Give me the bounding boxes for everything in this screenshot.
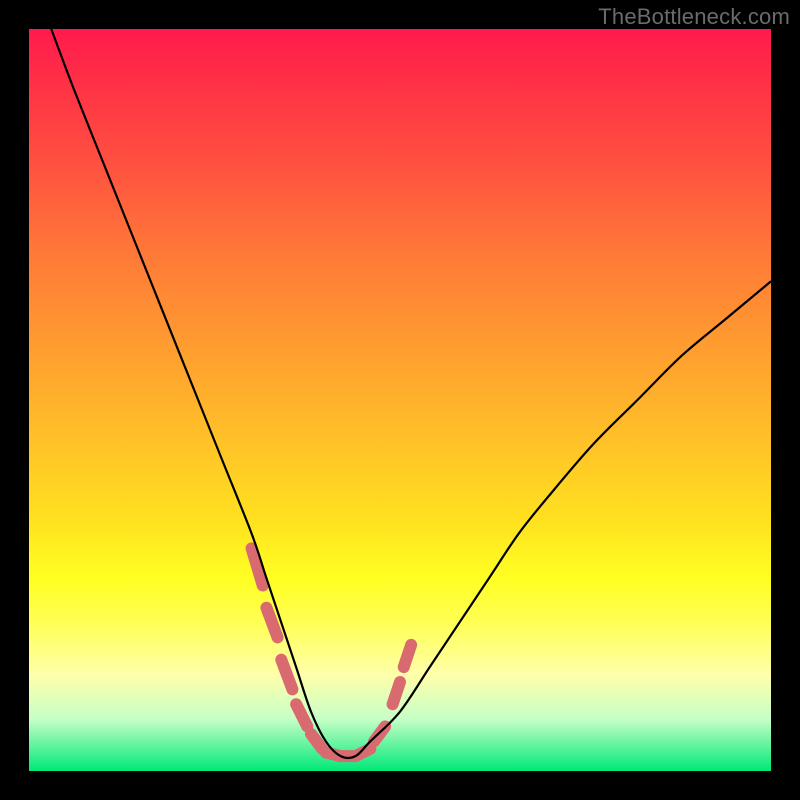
highlight-dash	[281, 660, 292, 690]
highlight-dash	[266, 608, 277, 638]
chart-frame: TheBottleneck.com	[0, 0, 800, 800]
plot-area	[29, 29, 771, 771]
chart-svg	[29, 29, 771, 771]
highlight-dash	[404, 645, 411, 667]
highlight-dash	[252, 548, 263, 585]
highlight-dash	[296, 704, 307, 726]
highlight-dash	[311, 734, 322, 749]
watermark-text: TheBottleneck.com	[598, 4, 790, 30]
highlight-dash	[393, 682, 400, 704]
